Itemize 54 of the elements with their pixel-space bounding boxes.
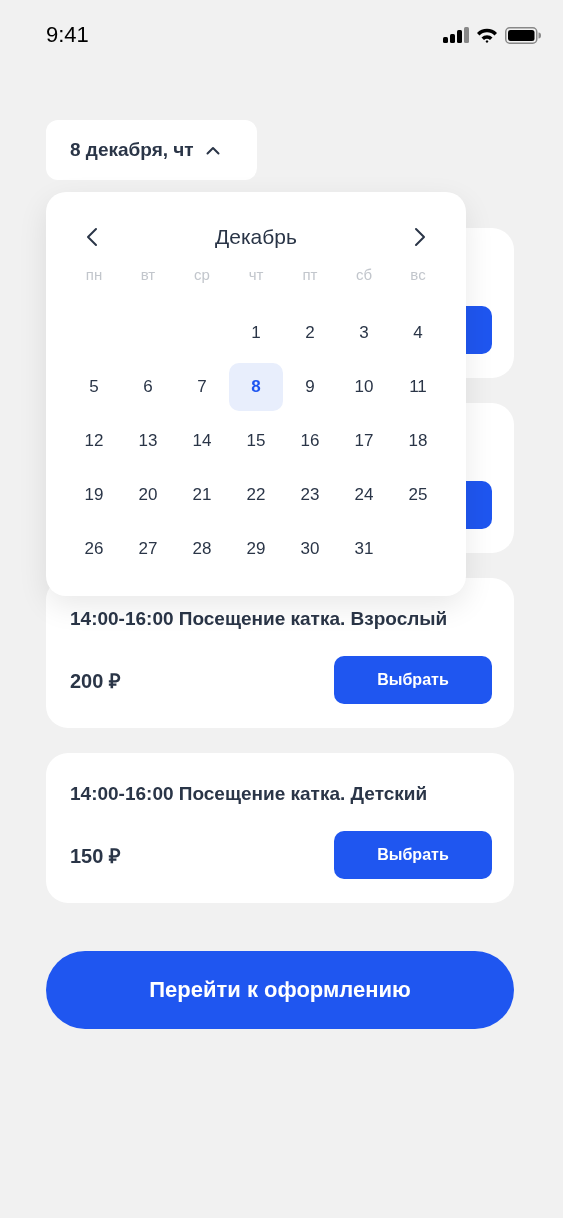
weekday-label: пн (85, 266, 103, 283)
offer-title: 14:00-16:00 Посещение катка. Детский (70, 783, 429, 805)
status-time: 9:41 (46, 22, 89, 48)
calendar-day[interactable]: 20 (121, 471, 175, 519)
calendar-day[interactable]: 10 (337, 363, 391, 411)
calendar-day[interactable]: 25 (391, 471, 445, 519)
weekday-label: вт (140, 266, 156, 283)
calendar-day[interactable]: 2 (283, 309, 337, 357)
calendar-day[interactable]: 29 (229, 525, 283, 573)
calendar-day[interactable]: 15 (229, 417, 283, 465)
calendar-day[interactable]: 11 (391, 363, 445, 411)
calendar-day[interactable]: 17 (337, 417, 391, 465)
date-dropdown[interactable]: 8 декабря, чт (46, 120, 257, 180)
calendar-day[interactable]: 12 (67, 417, 121, 465)
wifi-icon (476, 27, 498, 43)
calendar-day[interactable]: 1 (229, 309, 283, 357)
calendar-day[interactable]: 24 (337, 471, 391, 519)
next-month-icon[interactable] (414, 227, 426, 247)
calendar-day[interactable]: 7 (175, 363, 229, 411)
calendar-day[interactable]: 5 (67, 363, 121, 411)
battery-icon (505, 26, 541, 44)
calendar-day[interactable]: 23 (283, 471, 337, 519)
weekday-label: чт (248, 266, 264, 283)
calendar-day[interactable]: 19 (67, 471, 121, 519)
weekday-label: сб (355, 266, 373, 283)
checkout-button[interactable]: Перейти к оформлению (46, 951, 514, 1029)
calendar-day[interactable]: 16 (283, 417, 337, 465)
calendar-day[interactable]: 26 (67, 525, 121, 573)
signal-icon (443, 27, 469, 43)
month-title: Декабрь (215, 225, 297, 249)
weekday-label: пт (302, 266, 318, 283)
calendar-day[interactable]: 9 (283, 363, 337, 411)
chevron-up-icon (205, 145, 220, 155)
select-button[interactable]: Выбрать (334, 831, 492, 879)
calendar-day[interactable]: 8 (229, 363, 283, 411)
offer-title: 14:00-16:00 Посещение катка. Взрослый (70, 608, 449, 630)
calendar-day[interactable]: 31 (337, 525, 391, 573)
calendar-day[interactable]: 14 (175, 417, 229, 465)
calendar-day[interactable]: 18 (391, 417, 445, 465)
calendar-day[interactable]: 13 (121, 417, 175, 465)
calendar-day[interactable]: 28 (175, 525, 229, 573)
calendar-day[interactable]: 27 (121, 525, 175, 573)
offer-price: 200 ₽ (70, 668, 121, 694)
calendar-day[interactable]: 22 (229, 471, 283, 519)
calendar-day[interactable]: 21 (175, 471, 229, 519)
select-button[interactable]: Выбрать (334, 656, 492, 704)
offer-price: 150 ₽ (70, 843, 121, 869)
calendar-day[interactable]: 30 (283, 525, 337, 573)
previous-month-icon[interactable] (86, 227, 98, 247)
weekday-label: вс (410, 266, 426, 283)
calendar-day[interactable]: 3 (337, 309, 391, 357)
calendar-day[interactable]: 4 (391, 309, 445, 357)
calendar-day[interactable]: 6 (121, 363, 175, 411)
weekday-label: ср (194, 266, 210, 283)
